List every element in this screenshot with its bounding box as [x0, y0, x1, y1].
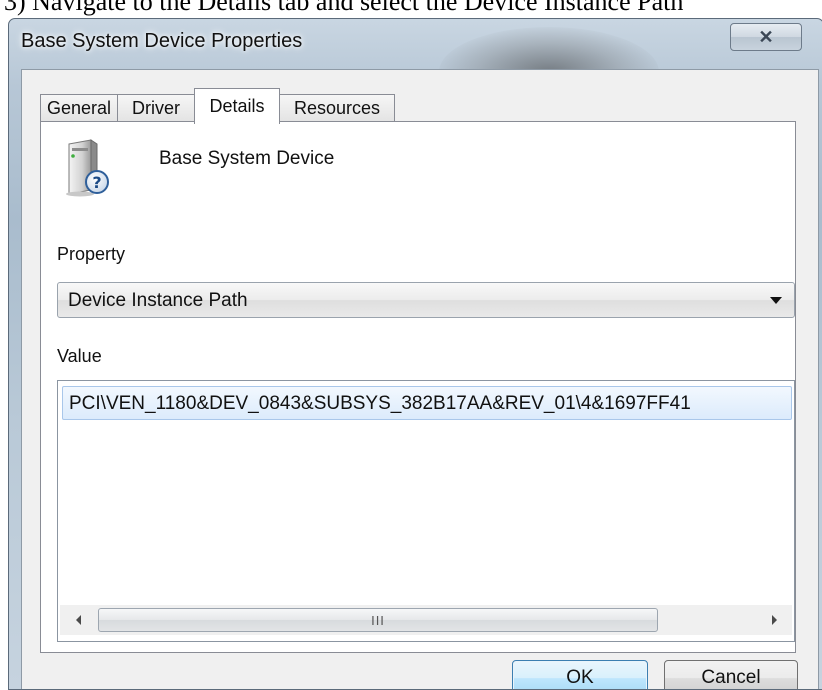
tab-details[interactable]: Details — [194, 88, 280, 124]
properties-dialog: Base System Device Properties ✕ General … — [8, 18, 822, 690]
dialog-client-area: General Driver Details Resources ? Base … — [21, 69, 819, 689]
tab-driver[interactable]: Driver — [117, 94, 195, 122]
title-bar[interactable]: Base System Device Properties ✕ — [9, 19, 822, 63]
scroll-right-button[interactable] — [762, 605, 786, 635]
chevron-down-icon — [770, 297, 782, 304]
value-label: Value — [57, 346, 102, 366]
scrollbar-thumb[interactable]: III — [98, 608, 658, 632]
ok-button[interactable]: OK — [512, 660, 648, 689]
property-dropdown-value: Device Instance Path — [68, 290, 248, 311]
list-item[interactable]: PCI\VEN_1180&DEV_0843&SUBSYS_382B17AA&RE… — [62, 386, 792, 420]
arrow-right-icon — [771, 615, 777, 625]
svg-text:?: ? — [92, 173, 101, 192]
horizontal-scrollbar[interactable]: III — [60, 605, 792, 635]
tab-general[interactable]: General — [40, 94, 118, 122]
list-item-text: PCI\VEN_1180&DEV_0843&SUBSYS_382B17AA&RE… — [69, 393, 691, 414]
cancel-button[interactable]: Cancel — [664, 660, 798, 689]
property-label: Property — [57, 244, 126, 264]
property-dropdown[interactable]: Device Instance Path — [57, 282, 795, 318]
close-button[interactable]: ✕ — [730, 23, 802, 51]
arrow-left-icon — [75, 615, 81, 625]
tab-resources[interactable]: Resources — [279, 94, 395, 122]
page-caption: 3) Navigate to the Details tab and selec… — [4, 0, 684, 16]
value-listbox[interactable]: PCI\VEN_1180&DEV_0843&SUBSYS_382B17AA&RE… — [57, 380, 795, 642]
grip-icon: III — [371, 612, 385, 628]
scroll-left-button[interactable] — [66, 605, 90, 635]
window-title: Base System Device Properties — [21, 30, 303, 52]
device-name: Base System Device — [159, 148, 335, 169]
details-tab-panel: ? Base System Device Property Device Ins… — [40, 121, 796, 653]
unknown-device-icon: ? — [57, 138, 117, 198]
close-icon: ✕ — [758, 26, 774, 47]
